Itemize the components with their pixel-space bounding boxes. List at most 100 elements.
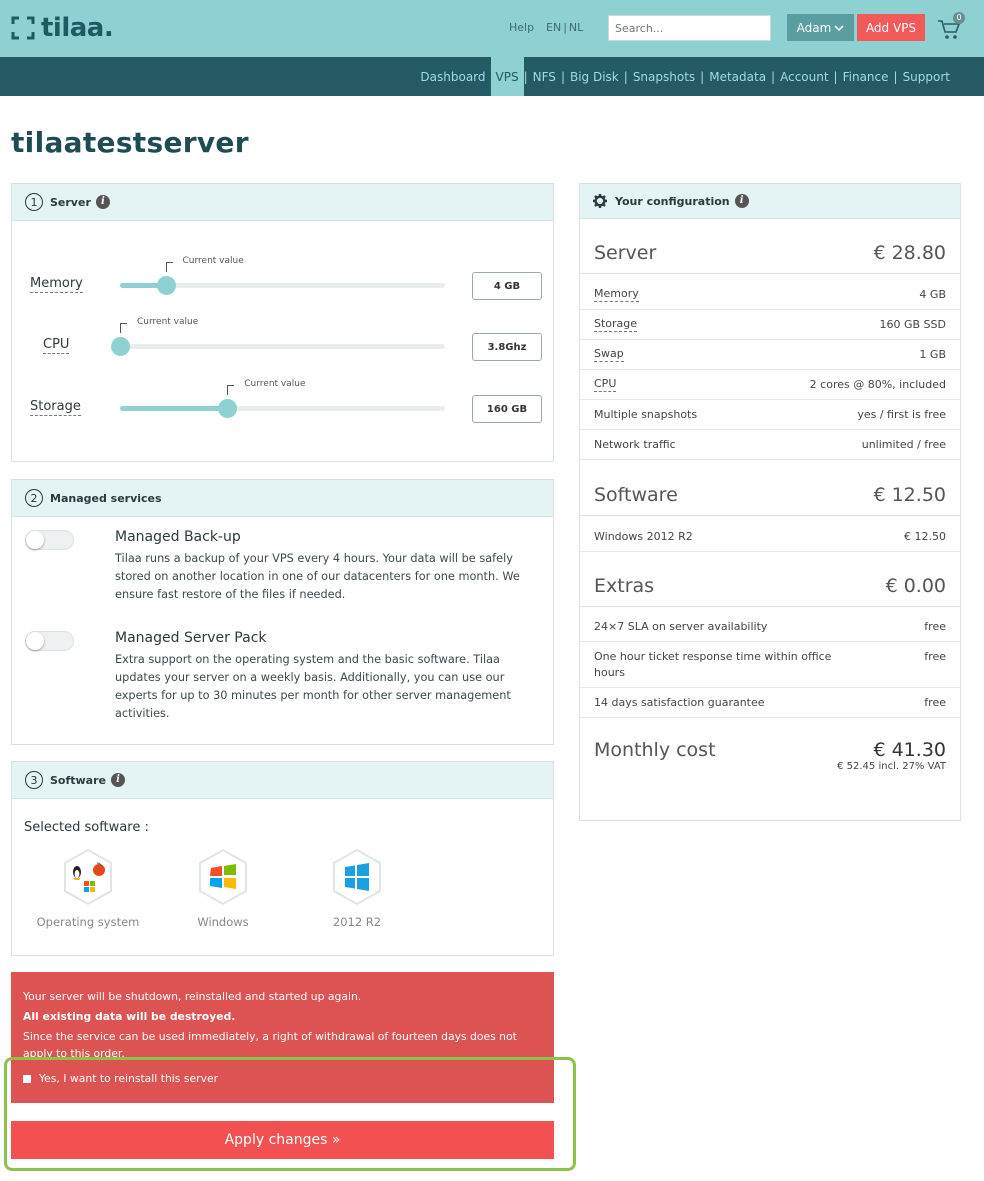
config-row-label[interactable]: Swap — [594, 347, 624, 362]
config-row-value: 1 GB — [919, 348, 946, 361]
nav-item-snapshots[interactable]: Snapshots — [628, 57, 700, 96]
config-row-value: € 12.50 — [904, 530, 946, 543]
cpu-slider[interactable] — [111, 337, 445, 356]
monthly-cost-price: € 41.30 — [873, 739, 946, 761]
info-icon[interactable]: i — [111, 773, 125, 787]
storage-slider[interactable] — [120, 399, 445, 418]
lang-nl-link[interactable]: NL — [569, 21, 583, 34]
service-description: Extra support on the operating system an… — [115, 653, 511, 720]
current-value-pointer — [165, 262, 173, 272]
current-value-pointer — [227, 385, 235, 395]
config-row-label: 24×7 SLA on server availability — [594, 620, 768, 633]
main-nav: Dashboard VPS | NFS | Big Disk | Snapshots | Meta… — [0, 57, 984, 96]
memory-value-box[interactable]: 4 GB — [472, 272, 542, 300]
step-number: 3 — [25, 771, 43, 789]
step-number: 1 — [25, 193, 43, 211]
os-mixed-icon[interactable] — [61, 848, 115, 906]
config-row-value: 4 GB — [919, 288, 946, 301]
nav-item-vps[interactable]: VPS — [490, 57, 524, 96]
nav-item-dashboard[interactable]: Dashboard — [415, 57, 490, 96]
info-icon[interactable]: i — [734, 194, 749, 208]
config-row: Memory 4 GB — [580, 280, 960, 310]
nav-item-metadata[interactable]: Metadata — [704, 57, 771, 96]
nav-item-nfs[interactable]: NFS — [528, 57, 561, 96]
service-description: Tilaa runs a backup of your VPS every 4 … — [115, 552, 520, 601]
software-panel-header: 3 Software i — [12, 762, 553, 799]
slider-handle[interactable] — [111, 337, 130, 356]
nav-item-big-disk[interactable]: Big Disk — [565, 57, 624, 96]
search-input[interactable] — [608, 15, 771, 41]
configuration-header: Your configuration i — [580, 184, 960, 219]
config-row-label: Windows 2012 R2 — [594, 530, 693, 543]
config-row-label: One hour ticket response time within off… — [594, 649, 832, 679]
panel-title: Managed services — [50, 491, 162, 505]
selected-software-label: Selected software : — [24, 820, 149, 835]
section-label: Server — [594, 241, 657, 264]
software-section-header: Software € 12.50 — [580, 474, 960, 516]
config-row: 14 days satisfaction guarantee free — [580, 688, 960, 718]
config-row-label: Multiple snapshots — [594, 408, 698, 421]
current-value-pointer — [120, 323, 127, 333]
service-title: Managed Back-up — [115, 529, 241, 545]
slider-handle[interactable] — [156, 276, 176, 295]
config-row-label[interactable]: Storage — [594, 317, 638, 332]
section-price: € 0.00 — [885, 574, 946, 597]
config-row: Network traffic unlimited / free — [580, 430, 960, 460]
config-row: Multiple snapshots yes / first is free — [580, 400, 960, 430]
nav-item-finance[interactable]: Finance — [838, 57, 894, 96]
step-number: 2 — [25, 489, 43, 507]
software-caption: 2012 R2 — [332, 915, 382, 929]
nav-item-account[interactable]: Account — [775, 57, 833, 96]
config-row-value: 160 GB SSD — [879, 318, 947, 331]
slider-label: Storage — [30, 399, 81, 416]
config-row-label[interactable]: Memory — [594, 287, 639, 302]
add-vps-button[interactable]: Add VPS — [857, 14, 925, 41]
slider-fill — [120, 406, 228, 411]
config-row: CPU 2 cores @ 80%, included — [580, 370, 960, 400]
config-row: Windows 2012 R2 € 12.50 — [580, 522, 960, 552]
slider-label: CPU — [43, 337, 70, 354]
section-price: € 28.80 — [873, 241, 946, 264]
software-caption: Windows — [197, 915, 249, 929]
managed-server-pack-toggle[interactable] — [25, 631, 74, 651]
slider-handle[interactable] — [218, 399, 238, 418]
warning-text: Your server will be shutdown, reinstalle… — [23, 990, 362, 1003]
help-link[interactable]: Help — [509, 21, 534, 34]
tilaa-logo[interactable]: tilaa. — [11, 13, 114, 43]
user-name: Adam — [796, 20, 832, 35]
nav-item-support[interactable]: Support — [898, 57, 955, 96]
config-row-label: 14 days satisfaction guarantee — [594, 696, 765, 709]
windows-flag-icon[interactable] — [196, 848, 250, 906]
service-title: Managed Server Pack — [115, 630, 267, 646]
config-row-label[interactable]: CPU — [594, 377, 617, 392]
managed-services-panel: 2 Managed services Managed Back-up Tilaa… — [11, 479, 554, 745]
configuration-title: Your configuration — [615, 194, 730, 208]
windows-tile-icon[interactable] — [330, 848, 384, 906]
config-row-value: unlimited / free — [861, 438, 946, 451]
slider-label: Memory — [30, 276, 83, 293]
managed-backup-toggle[interactable] — [25, 530, 74, 550]
extras-section-header: Extras € 0.00 — [580, 565, 960, 607]
managed-panel-header: 2 Managed services — [12, 480, 553, 517]
highlight-outline — [4, 1057, 576, 1171]
lang-en-link[interactable]: EN — [546, 21, 561, 34]
panel-title: Software — [50, 773, 106, 787]
cart-button[interactable]: 0 — [937, 12, 965, 42]
config-row: One hour ticket response time within off… — [580, 642, 960, 688]
info-icon[interactable]: i — [95, 195, 110, 209]
user-menu-button[interactable]: Adam — [787, 14, 854, 41]
storage-value-box[interactable]: 160 GB — [472, 395, 542, 423]
section-label: Extras — [594, 574, 655, 597]
memory-slider[interactable] — [120, 276, 445, 295]
config-row-value: yes / first is free — [857, 408, 946, 421]
section-label: Software — [594, 483, 678, 506]
cart-count-badge: 0 — [953, 12, 965, 24]
configuration-panel: Your configuration i Server € 28.80 Memory… — [579, 183, 961, 821]
software-panel: 3 Software i Selected software : Operati… — [11, 761, 554, 956]
software-caption: Operating system — [36, 915, 140, 929]
config-row-value: 2 cores @ 80%, included — [809, 378, 946, 391]
chevron-down-icon — [834, 24, 844, 31]
cpu-value-box[interactable]: 3.8Ghz — [472, 333, 542, 361]
server-section-header: Server € 28.80 — [580, 232, 960, 274]
server-panel: 1 Server i Memory Current value 4 GB CPU Cur… — [11, 183, 554, 462]
